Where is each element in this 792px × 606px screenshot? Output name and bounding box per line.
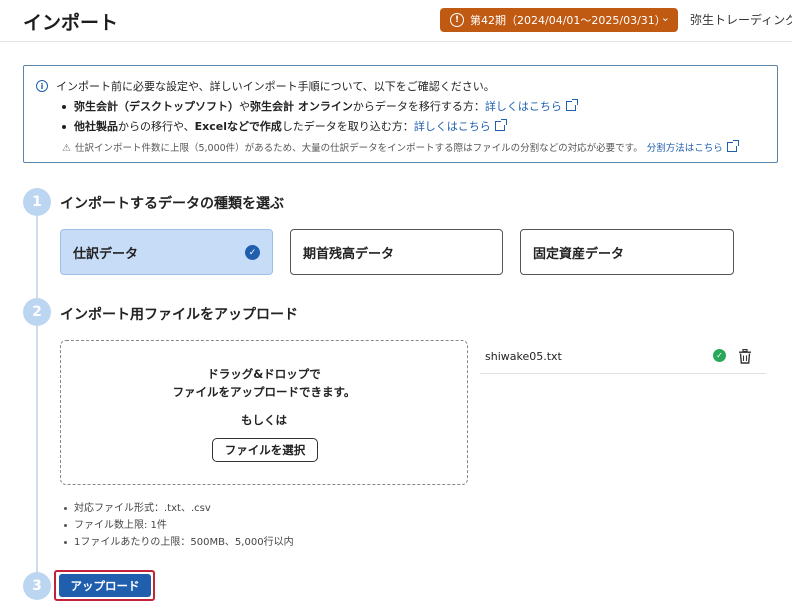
file-dropzone[interactable]: ドラッグ&ドロップで ファイルをアップロードできます。 もしくは ファイルを選択 xyxy=(60,340,468,485)
step-2-badge: 2 xyxy=(23,298,51,326)
upload-button[interactable]: アップロード xyxy=(59,574,151,597)
data-type-journal-label: 仕訳データ xyxy=(73,246,139,262)
info-icon: i xyxy=(36,80,48,92)
data-type-opening-balance-label: 期首残高データ xyxy=(303,246,395,262)
external-link-icon xyxy=(565,99,578,111)
step-3-badge: 3 xyxy=(23,572,51,600)
uploaded-file-row: shiwake05.txt ✓ xyxy=(480,342,766,374)
step-2-title: インポート用ファイルをアップロード xyxy=(60,307,298,323)
uploaded-file-name: shiwake05.txt xyxy=(485,350,562,363)
notice-intro: インポート前に必要な設定や、詳しいインポート手順について、以下をご確認ください。 xyxy=(56,80,495,93)
select-file-button[interactable]: ファイルを選択 xyxy=(212,438,318,462)
step-timeline xyxy=(36,200,38,592)
import-notice-box: i インポート前に必要な設定や、詳しいインポート手順について、以下をご確認くださ… xyxy=(23,65,778,163)
dropzone-line1: ドラッグ&ドロップで xyxy=(207,367,321,381)
info-icon: ! xyxy=(450,13,464,27)
external-link-icon xyxy=(726,140,739,152)
notice-bullet1-rest: からデータを移行する方： xyxy=(352,100,485,113)
notice-bullet2-mid: からの移行や、 xyxy=(118,120,195,133)
notice-bullet2-bold1: 他社製品 xyxy=(74,120,118,133)
requirement-item: ファイル数上限: 1件 xyxy=(64,517,294,534)
dropzone-line2: ファイルをアップロードできます。 xyxy=(172,385,356,399)
page-title: インポート xyxy=(23,12,119,34)
success-check-icon: ✓ xyxy=(713,349,726,362)
file-requirements-list: 対応ファイル形式：.txt、.csv ファイル数上限: 1件 1ファイルあたりの… xyxy=(64,500,294,551)
data-type-fixed-assets-label: 固定資産データ xyxy=(533,246,625,262)
notice-warning: ⚠ 仕訳インポート件数に上限（5,000件）があるため、大量の仕訳データをインポー… xyxy=(62,140,739,154)
bullet-dot xyxy=(62,125,66,129)
trash-icon[interactable] xyxy=(738,349,752,364)
step-1-title: インポートするデータの種類を選ぶ xyxy=(60,196,284,212)
notice-bullet2-bold2: Excelなどで作成 xyxy=(194,120,282,133)
dropzone-or: もしくは xyxy=(241,413,287,427)
split-method-link[interactable]: 分割方法はこちら xyxy=(647,143,723,154)
external-link-icon xyxy=(494,119,507,131)
step-1-badge: 1 xyxy=(23,188,51,216)
fiscal-period-selector[interactable]: ! 第42期（2024/04/01〜2025/03/31） ⌄ xyxy=(440,8,678,32)
notice-bullet1-bold2: 弥生会計 オンライン xyxy=(250,100,353,113)
requirement-item: 1ファイルあたりの上限：500MB、5,000行以内 xyxy=(64,534,294,551)
notice-warning-text: 仕訳インポート件数に上限（5,000件）があるため、大量の仕訳データをインポート… xyxy=(74,143,643,154)
data-type-fixed-assets[interactable]: 固定資産データ xyxy=(520,229,734,275)
company-name[interactable]: 弥生トレーディング xyxy=(690,11,792,28)
page-header: インポート ! 第42期（2024/04/01〜2025/03/31） ⌄ 弥生… xyxy=(0,0,792,42)
check-circle-icon: ✓ xyxy=(245,245,260,260)
requirement-item: 対応ファイル形式：.txt、.csv xyxy=(64,500,294,517)
data-type-journal[interactable]: 仕訳データ ✓ xyxy=(60,229,273,275)
notice-bullet1-bold1: 弥生会計（デスクトップソフト） xyxy=(74,100,239,113)
bullet-dot xyxy=(62,105,66,109)
notice-bullet1-mid: や xyxy=(239,100,250,113)
details-link-other[interactable]: 詳しくはこちら xyxy=(414,120,491,133)
data-type-opening-balance[interactable]: 期首残高データ xyxy=(290,229,503,275)
details-link-yayoi[interactable]: 詳しくはこちら xyxy=(485,100,562,113)
notice-bullet-other: 他社製品からの移行や、Excelなどで作成したデータを取り込む方：詳しくはこちら xyxy=(62,118,507,134)
fiscal-period-label: 第42期（2024/04/01〜2025/03/31） xyxy=(470,14,666,27)
warning-icon: ⚠ xyxy=(62,143,71,154)
chevron-down-icon: ⌄ xyxy=(660,11,670,24)
notice-bullet2-rest: したデータを取り込む方： xyxy=(281,120,414,133)
notice-bullet-yayoi: 弥生会計（デスクトップソフト）や弥生会計 オンラインからデータを移行する方：詳し… xyxy=(62,98,578,114)
